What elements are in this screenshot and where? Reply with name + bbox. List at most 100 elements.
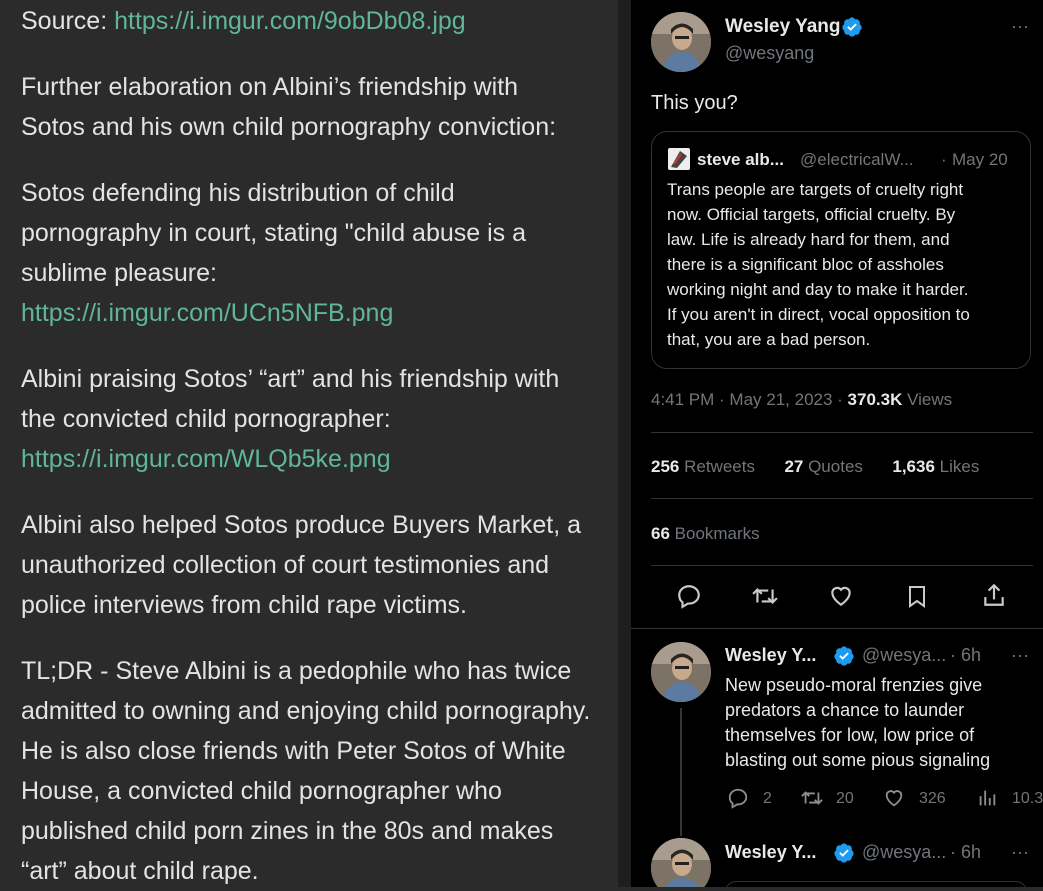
divider-line: [651, 432, 1033, 433]
quoted-tweet[interactable]: steve alb... @electricalW... · May 20 Tr…: [651, 131, 1031, 369]
timestamp-text: 4:41 PM · May 21, 2023 ·: [651, 390, 848, 409]
text-line: now. Official targets, official cruelty.…: [667, 205, 956, 224]
text-line: Albini also helped Sotos produce Buyers …: [21, 511, 582, 539]
text-line: Further elaboration on Albini’s friendsh…: [21, 73, 519, 101]
stats-row: 256 Retweets 27 Quotes 1,636 Likes: [651, 457, 979, 477]
divider-line: [651, 565, 1033, 566]
likes-stat[interactable]: 1,636 Likes: [892, 457, 979, 476]
text-line: blasting out some pious signaling: [725, 750, 991, 770]
verified-badge-icon: [842, 17, 862, 37]
bookmarks-count: 66: [651, 524, 670, 543]
text-line: Sotos and his own child pornography conv…: [21, 113, 557, 141]
text-line: that, you are a bad person.: [667, 330, 871, 349]
quoted-text: Trans people are targets of cruelty righ…: [667, 177, 1027, 352]
source-link[interactable]: https://i.imgur.com/9obDb08.jpg: [114, 7, 466, 35]
text-line: Sotos defending his distribution of chil…: [21, 179, 455, 207]
like-count: 326: [919, 790, 946, 807]
quoted-avatar: [668, 148, 690, 170]
text-line: Trans people are targets of cruelty righ…: [667, 180, 964, 199]
paragraph-tldr: TL;DR - Steve Albini is a pedophile who …: [21, 651, 631, 891]
retweet-icon[interactable]: [750, 583, 780, 609]
reply-author-name[interactable]: Wesley Y...: [725, 842, 816, 863]
text-line: pornography in court, stating "child abu…: [21, 219, 527, 247]
retweets-stat[interactable]: 256 Retweets: [651, 457, 755, 476]
likes-count: 1,636: [892, 457, 935, 476]
quotes-stat[interactable]: 27 Quotes: [784, 457, 862, 476]
quoted-handle: @electricalW...: [800, 150, 914, 169]
text-line: “art” about child rape.: [21, 857, 259, 885]
like-icon[interactable]: [828, 583, 854, 609]
divider-line: [651, 498, 1033, 499]
text-line: police interviews from child rape victim…: [21, 591, 467, 619]
author-name[interactable]: Wesley Yang: [725, 16, 840, 38]
reply-text: New pseudo-moral frenzies give predators…: [725, 673, 1035, 773]
paragraph-praising: Albini praising Sotos’ “art” and his fri…: [21, 359, 621, 479]
text-line: New pseudo-moral frenzies give: [725, 675, 983, 695]
reply-time: · 6h: [950, 645, 982, 665]
tweet-panel: Wesley Yang @wesyang ··· This you? steve…: [631, 0, 1043, 887]
text-line: themselves for low, low price of: [725, 725, 975, 745]
more-icon[interactable]: ···: [1011, 842, 1029, 863]
text-line: sublime pleasure:: [21, 259, 217, 287]
views-icon[interactable]: [976, 787, 998, 809]
quoted-name: steve alb...: [697, 150, 784, 169]
bookmark-icon[interactable]: [905, 583, 929, 609]
like-icon[interactable]: [883, 787, 905, 809]
text-line: predators a chance to launder: [725, 700, 965, 720]
reply-time: · 6h: [950, 842, 982, 862]
text-line: admitted to owning and enjoying child po…: [21, 697, 591, 725]
avatar-image: [651, 12, 711, 72]
text-line: published child porn zines in the 80s an…: [21, 817, 554, 845]
avatar[interactable]: [651, 12, 711, 72]
tweet-timestamp: 4:41 PM · May 21, 2023 · 370.3K Views: [651, 390, 952, 410]
retweets-count: 256: [651, 457, 680, 476]
share-icon[interactable]: [981, 582, 1007, 608]
imgur-link-2[interactable]: https://i.imgur.com/WLQb5ke.png: [21, 445, 391, 473]
text-line: TL;DR - Steve Albini is a pedophile who …: [21, 657, 572, 685]
quoted-date: May 20: [952, 150, 1008, 169]
reply-icon[interactable]: [727, 787, 749, 809]
verified-badge-icon: [834, 646, 854, 666]
author-handle[interactable]: @wesyang: [725, 43, 814, 64]
source-paragraph: Source: https://i.imgur.com/9obDb08.jpg: [21, 1, 621, 41]
views-label: Views: [902, 390, 953, 409]
bookmarks-label: Bookmarks: [669, 524, 760, 543]
tweet-text: This you?: [651, 92, 738, 114]
source-label: Source:: [21, 7, 115, 35]
divider-line: [631, 628, 1043, 629]
retweet-count: 20: [836, 790, 854, 807]
reply-avatar[interactable]: [651, 838, 711, 887]
imgur-link-1[interactable]: https://i.imgur.com/UCn5NFB.png: [21, 299, 393, 327]
reply-icon[interactable]: [676, 583, 702, 609]
article-panel: Source: https://i.imgur.com/9obDb08.jpg …: [0, 0, 618, 887]
retweet-icon[interactable]: [799, 787, 825, 809]
text-line: If you aren't in direct, vocal oppositio…: [667, 305, 970, 324]
paragraph-court: Sotos defending his distribution of chil…: [21, 173, 621, 333]
more-icon[interactable]: ···: [1011, 645, 1029, 666]
quoted-dot: ·: [941, 150, 947, 169]
avatar-image: [651, 642, 711, 702]
paragraph-buyers-market: Albini also helped Sotos produce Buyers …: [21, 505, 621, 625]
reply-count: 2: [763, 790, 772, 807]
quotes-count: 27: [784, 457, 804, 476]
bookmarks-stat[interactable]: 66 Bookmarks: [651, 524, 760, 544]
text-line: House, a convicted child pornographer wh…: [21, 777, 502, 805]
reply-card-edge: [725, 881, 1027, 887]
text-line: working night and day to make it harder.: [667, 280, 969, 299]
panel-divider: [618, 0, 631, 887]
text-line: law. Life is already hard for them, and: [667, 230, 950, 249]
reply-author-name[interactable]: Wesley Y...: [725, 645, 816, 666]
text-line: there is a significant bloc of assholes: [667, 255, 944, 274]
quotes-label: Quotes: [803, 457, 863, 476]
views-count: 10.3: [1012, 790, 1043, 807]
views-count: 370.3K: [847, 390, 903, 409]
more-icon[interactable]: ···: [1011, 16, 1029, 37]
avatar-image: [651, 838, 711, 887]
retweets-label: Retweets: [679, 457, 755, 476]
text-line: He is also close friends with Peter Soto…: [21, 737, 566, 765]
thread-line: [680, 708, 682, 836]
reply-author-handle[interactable]: @wesya...: [862, 645, 946, 666]
text-line: the convicted child pornographer:: [21, 405, 391, 433]
reply-avatar[interactable]: [651, 642, 711, 702]
reply-author-handle[interactable]: @wesya...: [862, 842, 946, 863]
